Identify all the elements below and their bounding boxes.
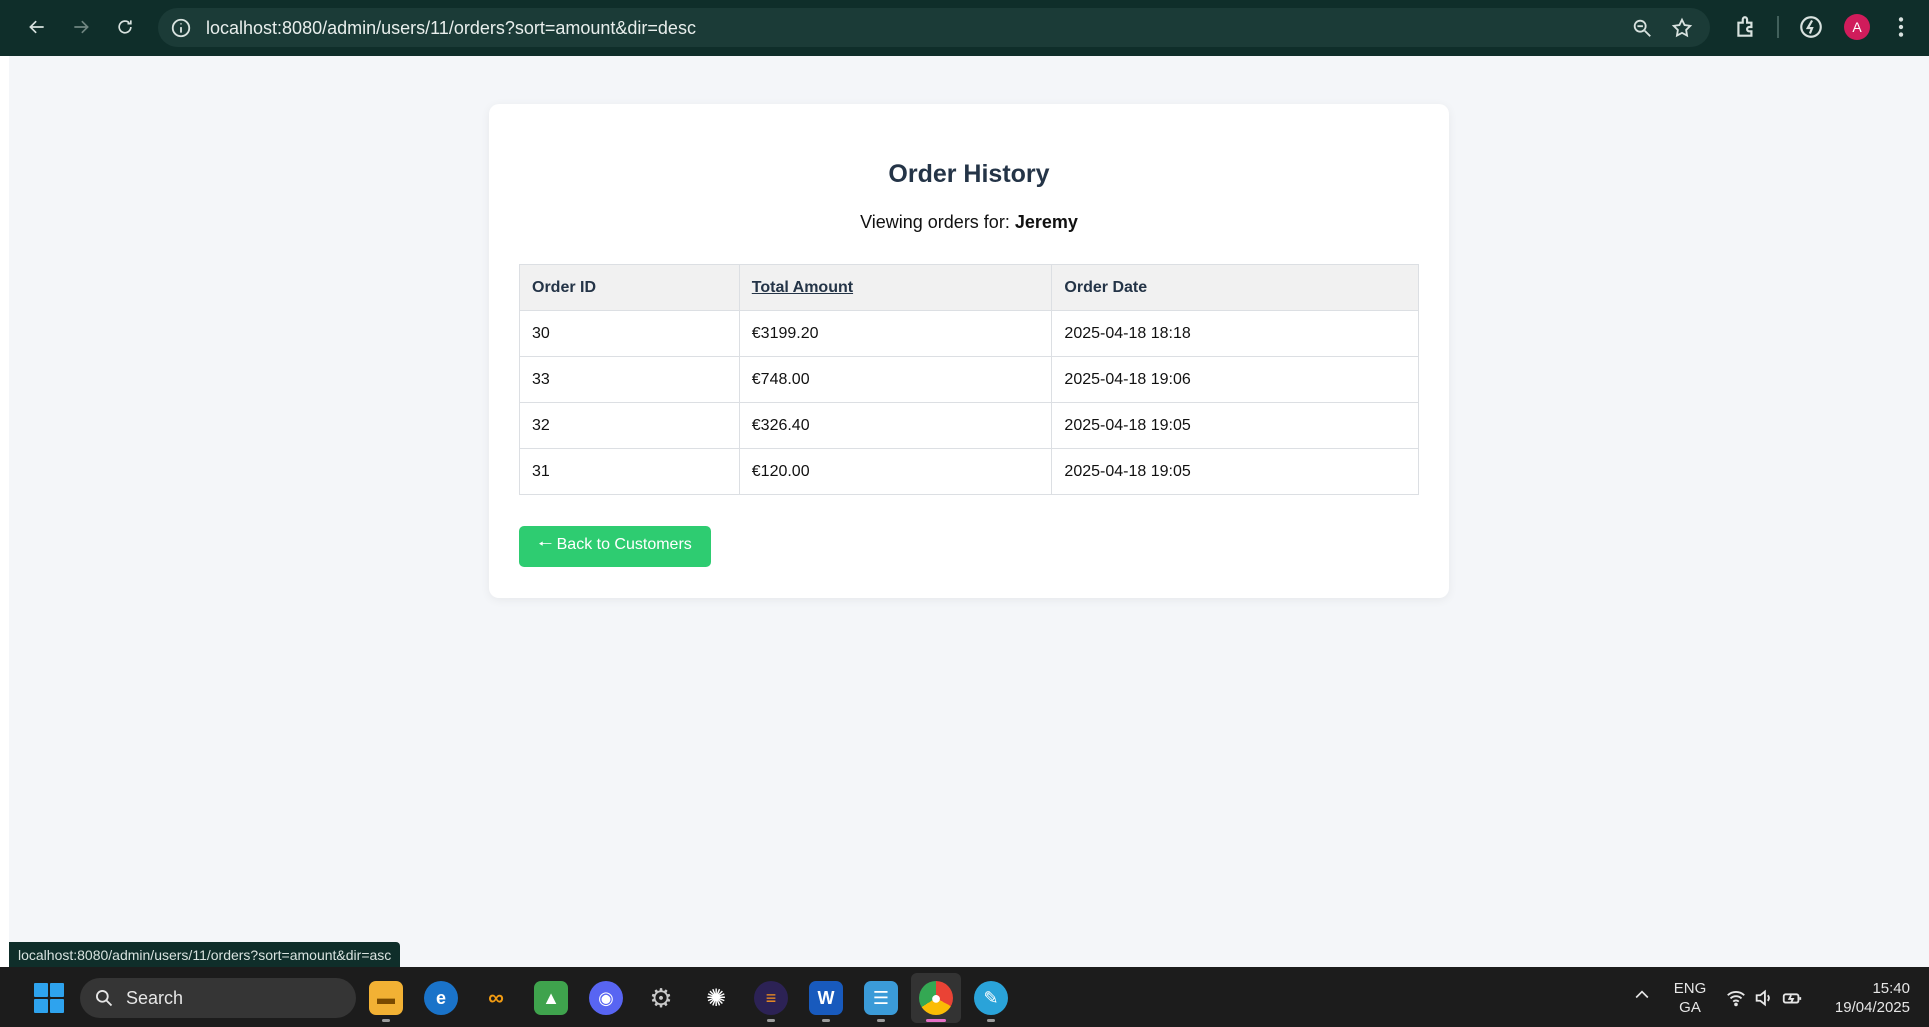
order-date-cell: 2025-04-18 19:05 [1051, 402, 1419, 449]
total-amount-cell: €120.00 [738, 448, 1053, 495]
lang-line-2: GA [1679, 999, 1701, 1016]
order-history-card: Order History Viewing orders for: Jeremy… [489, 104, 1449, 598]
customer-name: Jeremy [1014, 212, 1078, 232]
language-indicator[interactable]: ENG GA [1672, 979, 1708, 1017]
running-indicator [987, 1019, 995, 1022]
order-id-cell: 30 [519, 310, 740, 357]
back-to-customers-button[interactable]: 🠐 Back to Customers [519, 526, 711, 567]
taskbar: Search ▬ e ∞ ▲ ◉ ⚙ ✺ ≡ W ☰ ● ✎ ENG GA 15… [0, 967, 1929, 1027]
lang-line-1: ENG [1673, 980, 1707, 997]
wifi-icon[interactable] [1725, 987, 1747, 1009]
address-bar[interactable]: localhost:8080/admin/users/11/orders?sor… [158, 8, 1710, 47]
copilot-infinity-icon[interactable]: ∞ [479, 981, 513, 1015]
search-label: Search [126, 987, 184, 1008]
taskbar-search[interactable]: Search [80, 978, 356, 1018]
toolbar-divider [1777, 16, 1779, 38]
browser-toolbar: localhost:8080/admin/users/11/orders?sor… [0, 0, 1929, 56]
order-date-header: Order Date [1051, 264, 1419, 311]
order-id-cell: 33 [519, 356, 740, 403]
running-indicator [767, 1019, 775, 1022]
zoom-icon[interactable] [1631, 17, 1653, 39]
table-row: 31 €120.00 2025-04-18 19:05 [519, 448, 1419, 495]
eclipse-icon[interactable]: ≡ [754, 981, 788, 1015]
discord-icon[interactable]: ◉ [589, 981, 623, 1015]
order-date-cell: 2025-04-18 19:06 [1051, 356, 1419, 403]
active-indicator [926, 1019, 946, 1022]
running-indicator [877, 1019, 885, 1022]
order-id-cell: 31 [519, 448, 740, 495]
performance-icon[interactable] [1798, 14, 1824, 40]
window-left-edge [0, 56, 9, 967]
edge-icon[interactable]: e [424, 981, 458, 1015]
chatgpt-icon[interactable]: ✺ [699, 981, 733, 1015]
paint-icon[interactable]: ✎ [974, 981, 1008, 1015]
table-header-row: Order ID Total Amount Order Date [519, 264, 1419, 311]
notepad-icon[interactable]: ☰ [864, 981, 898, 1015]
table-row: 32 €326.40 2025-04-18 19:05 [519, 402, 1419, 449]
viewing-orders-line: Viewing orders for: Jeremy [489, 212, 1449, 233]
forward-arrow-icon[interactable] [66, 12, 96, 42]
word-icon[interactable]: W [809, 981, 843, 1015]
file-explorer-icon[interactable]: ▬ [369, 981, 403, 1015]
page-title: Order History [888, 160, 1050, 188]
orders-table: Order ID Total Amount Order Date 30 €319… [519, 264, 1419, 495]
site-info-icon[interactable] [170, 17, 192, 39]
windows-start-icon[interactable] [34, 983, 64, 1013]
extensions-icon[interactable] [1733, 14, 1759, 40]
back-arrow-icon[interactable] [22, 12, 52, 42]
menu-kebab-icon[interactable] [1888, 14, 1914, 40]
total-amount-cell: €3199.20 [738, 310, 1053, 357]
total-amount-cell: €326.40 [738, 402, 1053, 449]
bluestacks-icon[interactable]: ▲ [534, 981, 568, 1015]
back-to-customers-label: 🠐 Back to Customers [538, 536, 692, 553]
status-bar-url: localhost:8080/admin/users/11/orders?sor… [9, 942, 401, 968]
profile-avatar[interactable]: A [1844, 14, 1870, 40]
reload-icon[interactable] [110, 12, 140, 42]
search-icon [96, 990, 113, 1007]
order-id-cell: 32 [519, 402, 740, 449]
running-indicator [382, 1019, 390, 1022]
order-date-cell: 2025-04-18 18:18 [1051, 310, 1419, 357]
battery-charging-icon[interactable] [1781, 987, 1803, 1009]
settings-gear-icon[interactable]: ⚙ [644, 981, 678, 1015]
clock-time: 15:40 [1872, 980, 1910, 997]
order-date-cell: 2025-04-18 19:05 [1051, 448, 1419, 495]
total-amount-sort-link[interactable]: Total Amount [738, 264, 1053, 311]
volume-icon[interactable] [1753, 987, 1775, 1009]
table-row: 33 €748.00 2025-04-18 19:06 [519, 356, 1419, 403]
viewing-prefix: Viewing orders for: [860, 212, 1010, 232]
system-clock[interactable]: 15:40 19/04/2025 [1820, 979, 1910, 1017]
running-indicator [822, 1019, 830, 1022]
clock-date: 19/04/2025 [1834, 999, 1910, 1016]
chrome-icon[interactable]: ● [919, 981, 953, 1015]
table-row: 30 €3199.20 2025-04-18 18:18 [519, 310, 1419, 357]
chevron-up-icon[interactable] [1632, 985, 1652, 1005]
order-id-header: Order ID [519, 264, 740, 311]
total-amount-cell: €748.00 [738, 356, 1053, 403]
bookmark-star-icon[interactable] [1671, 17, 1693, 39]
address-url[interactable]: localhost:8080/admin/users/11/orders?sor… [206, 18, 696, 39]
